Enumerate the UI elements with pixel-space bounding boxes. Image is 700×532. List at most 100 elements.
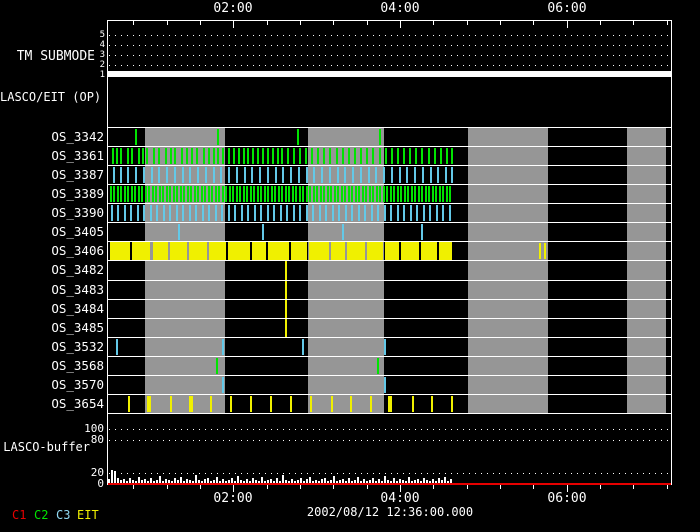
os-row-separator: [108, 146, 671, 147]
buffer-usage-bar: [366, 481, 368, 483]
os-row-tick: [338, 205, 340, 221]
buffer-usage-bar: [426, 480, 428, 483]
os-row-tick: [416, 205, 418, 221]
os-row-tick: [216, 358, 218, 374]
os-row-tick: [412, 396, 414, 412]
os-row-tick: [182, 167, 184, 183]
os-row-tick: [439, 186, 441, 202]
os-row-tick: [350, 396, 352, 412]
bottom-axis-minor-tick: [300, 485, 301, 489]
os-row-tick: [371, 205, 373, 221]
os-row-tick: [166, 186, 168, 202]
buffer-usage-bar: [162, 481, 164, 483]
os-row-tick: [397, 148, 399, 164]
buffer-usage-bar: [189, 480, 191, 483]
buffer-usage-bar: [120, 480, 122, 483]
os-row-tick: [411, 186, 413, 202]
os-row-tick: [127, 148, 129, 164]
buffer-usage-bar: [126, 481, 128, 483]
buffer-usage-bar: [117, 478, 119, 483]
os-row-tick: [170, 396, 172, 412]
os-row-segment: [189, 242, 207, 260]
buffer-usage-bar: [429, 481, 431, 483]
os-row-tick: [110, 186, 112, 202]
os-row-separator: [108, 241, 671, 242]
legend-item: EIT: [77, 508, 99, 522]
os-row-tick: [436, 205, 438, 221]
os-row-segment: [291, 242, 307, 260]
buffer-usage-bar: [396, 481, 398, 483]
os-row-tick: [354, 148, 356, 164]
os-row-tick: [449, 186, 451, 202]
buffer-usage-bar: [204, 479, 206, 483]
os-row-tick: [267, 167, 269, 183]
time-label-top: 06:00: [547, 1, 587, 16]
os-row-tick: [170, 148, 172, 164]
os-row-tick: [234, 205, 236, 221]
os-row-label: OS_3390: [51, 205, 104, 220]
os-row-tick: [299, 186, 301, 202]
top-axis-minor-tick: [300, 21, 301, 25]
os-row-tick: [135, 129, 137, 145]
top-axis-minor-tick: [433, 21, 434, 25]
tm-submode-ytick-label: 1: [99, 70, 105, 80]
os-row-tick: [220, 167, 222, 183]
buffer-usage-bar: [132, 480, 134, 483]
os-row-tick: [384, 339, 386, 355]
os-row-tick: [180, 186, 182, 202]
os-row-tick: [281, 148, 283, 164]
os-row-tick: [254, 205, 256, 221]
os-row-tick: [202, 205, 204, 221]
os-row-tick: [233, 148, 235, 164]
os-row-tick: [384, 205, 386, 221]
os-row-tick: [330, 186, 332, 202]
tm-submode-dotted-line: [109, 55, 670, 56]
os-row-tick: [451, 396, 453, 412]
os-row-tick: [306, 186, 308, 202]
os-row-tick: [305, 148, 307, 164]
os-row-tick: [113, 186, 115, 202]
bottom-axis-minor-tick: [200, 485, 201, 489]
bottom-axis-minor-tick: [333, 485, 334, 489]
os-row-tick: [243, 186, 245, 202]
os-row-tick: [155, 186, 157, 202]
buffer-usage-bar: [333, 476, 335, 483]
os-row-tick: [377, 358, 379, 374]
os-row-tick: [218, 186, 220, 202]
os-row-tick: [313, 186, 315, 202]
os-row-tick: [186, 148, 188, 164]
os-row-tick: [270, 396, 272, 412]
os-row-tick: [313, 167, 315, 183]
os-row-tick: [295, 186, 297, 202]
os-row-tick: [425, 186, 427, 202]
legend-item: C1: [12, 508, 27, 522]
os-row-separator: [108, 299, 671, 300]
os-row-label: OS_3389: [51, 186, 104, 201]
buffer-usage-bar: [249, 481, 251, 483]
os-row-tick: [236, 186, 238, 202]
os-row-tick: [183, 186, 185, 202]
os-row-tick: [385, 148, 387, 164]
os-row-tick: [117, 205, 119, 221]
buffer-usage-bar: [309, 477, 311, 483]
os-row-tick: [383, 186, 385, 202]
tm-submode-dotted-line: [109, 35, 670, 36]
os-row-tick: [176, 205, 178, 221]
buffer-usage-bar: [345, 481, 347, 483]
os-row-segment: [268, 242, 289, 260]
tm-submode-dotted-line: [109, 65, 670, 66]
top-axis-minor-tick: [600, 21, 601, 25]
plot-right-border: [671, 20, 672, 485]
os-row-tick: [281, 186, 283, 202]
legend-item: C2: [34, 508, 49, 522]
buffer-usage-bar: [381, 481, 383, 483]
os-row-tick: [131, 148, 133, 164]
os-row-tick: [174, 148, 176, 164]
os-row-tick: [189, 205, 191, 221]
os-row-tick: [422, 167, 424, 183]
os-row-tick: [195, 205, 197, 221]
os-row-tick: [141, 186, 143, 202]
os-row-tick: [113, 167, 115, 183]
os-row-tick: [197, 186, 199, 202]
buffer-dotted-line: [109, 429, 670, 430]
